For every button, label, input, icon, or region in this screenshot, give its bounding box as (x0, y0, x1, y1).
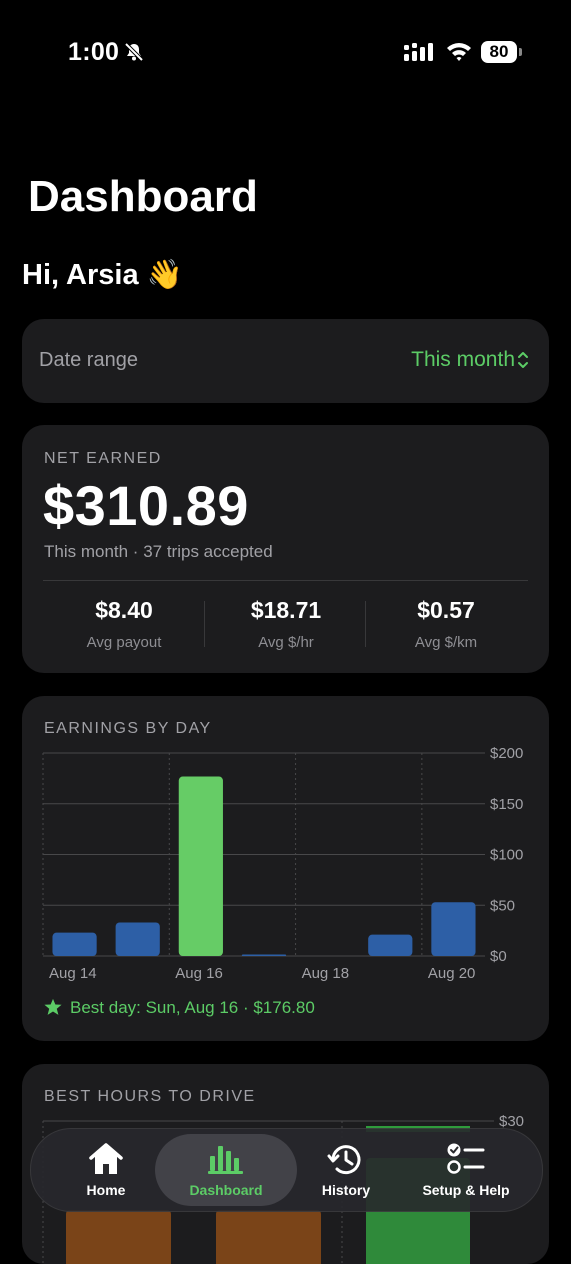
tab-setup-help[interactable]: Setup & Help (407, 1129, 525, 1211)
date-range-label: Date range (39, 349, 138, 371)
bar (66, 1210, 171, 1264)
status-time: 1:00 (68, 38, 120, 66)
stat-divider (365, 601, 366, 647)
chevron-up-down-icon (518, 352, 528, 368)
page-title: Dashboard (28, 172, 258, 221)
stat-label: Avg $/hr (258, 634, 314, 651)
date-range-value[interactable]: This month (411, 348, 515, 372)
wifi-icon (447, 43, 471, 61)
tab-label: Dashboard (189, 1182, 263, 1198)
net-earned-amount: $310.89 (43, 474, 249, 537)
stat-divider (204, 601, 205, 647)
tab-history[interactable]: History (293, 1129, 399, 1211)
date-range-selector[interactable]: Date range This month (22, 319, 549, 403)
best-day-text: Best day: Sun, Aug 16 · $176.80 (70, 998, 315, 1017)
stat-avg-per-hour: $18.71 Avg $/hr (211, 597, 361, 651)
stat-value: $8.40 (95, 597, 153, 623)
net-earned-card: NET EARNED $310.89 This month · 37 trips… (22, 425, 549, 673)
y-tick-label: $150 (490, 796, 523, 813)
stat-label: Avg $/km (414, 634, 478, 651)
stat-value: $0.57 (417, 597, 475, 623)
cellular-signal-icon (404, 43, 433, 61)
y-tick-label: $50 (490, 897, 515, 914)
tab-bar: Home Dashboard History Setup & Help (30, 1128, 543, 1212)
clock-history-icon (327, 1145, 361, 1175)
earnings-by-day-card: EARNINGS BY DAY $0 $50 $100 $150 $200 Aug 14 A… (22, 696, 549, 1041)
y-tick-label: $0 (490, 948, 507, 965)
net-earned-label: NET EARNED (44, 450, 162, 467)
tab-label: History (321, 1182, 371, 1198)
house-icon (89, 1143, 123, 1174)
bar (241, 954, 287, 956)
stat-avg-payout: $8.40 Avg payout (49, 597, 199, 651)
x-tick-label: Aug 20 (428, 965, 476, 982)
x-tick-label: Aug 18 (302, 965, 350, 982)
bar (368, 934, 413, 956)
tab-label: Home (86, 1182, 126, 1198)
battery-indicator: 80 (481, 41, 517, 63)
bell-slash-icon (124, 42, 144, 62)
bar (216, 1210, 321, 1264)
tab-dashboard[interactable]: Dashboard (155, 1134, 297, 1206)
bar (431, 902, 476, 956)
bar-chart-icon (208, 1146, 243, 1174)
bar (178, 776, 223, 956)
stat-avg-per-km: $0.57 Avg $/km (371, 597, 521, 651)
battery-tip (519, 48, 522, 56)
tab-label: Setup & Help (422, 1182, 510, 1198)
net-earned-subtitle: This month · 37 trips accepted (44, 542, 273, 561)
checklist-icon (447, 1143, 485, 1174)
stat-value: $18.71 (250, 597, 322, 623)
divider (43, 580, 528, 581)
status-bar: 1:00 80 (0, 0, 571, 100)
x-tick-label: Aug 14 (49, 965, 97, 982)
best-day-note: Best day: Sun, Aug 16 · $176.80 (44, 998, 315, 1018)
x-tick-label: Aug 16 (175, 965, 223, 982)
bar (52, 932, 97, 956)
earnings-chart: $0 $50 $100 $150 $200 Aug 14 Aug 16 Aug 18 Aug 2… (42, 745, 523, 982)
stat-label: Avg payout (86, 634, 162, 651)
bar (115, 922, 160, 956)
tab-home[interactable]: Home (51, 1129, 161, 1211)
greeting: Hi, Arsia 👋 (22, 259, 183, 291)
y-tick-label: $100 (490, 847, 523, 864)
y-tick-label: $200 (490, 745, 523, 762)
star-icon (44, 998, 62, 1015)
